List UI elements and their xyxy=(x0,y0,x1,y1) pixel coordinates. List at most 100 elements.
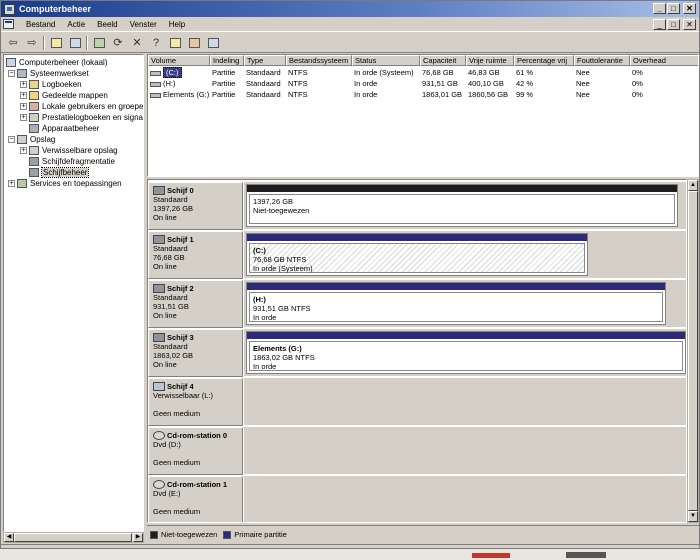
partition-content: 1397,26 GB Niet-toegewezen xyxy=(249,194,675,224)
menu-venster[interactable]: Venster xyxy=(124,20,163,29)
help-icon[interactable]: ? xyxy=(148,35,164,51)
partition-g[interactable]: Elements (G:) 1863,02 GB NTFS In orde xyxy=(246,331,686,374)
disk-properties-icon[interactable] xyxy=(205,35,221,51)
disk-label-cdrom-0[interactable]: Cd-rom-station 0 Dvd (D:) Geen medium xyxy=(148,427,243,475)
column-header-indeling[interactable]: Indeling xyxy=(210,55,244,66)
volume-indeling: Partitie xyxy=(212,90,236,99)
up-folder-icon[interactable] xyxy=(48,35,64,51)
menu-help[interactable]: Help xyxy=(163,20,191,29)
back-arrow-icon[interactable]: ⇦ xyxy=(5,35,21,51)
disk-label-3[interactable]: Schijf 3 Standaard 1863,02 GB On line xyxy=(148,329,243,377)
menu-bestand[interactable]: Bestand xyxy=(20,20,61,29)
minimize-button[interactable]: _ xyxy=(653,3,666,14)
scroll-up-icon[interactable]: ▲ xyxy=(688,180,698,191)
volume-row[interactable]: (H:) Partitie Standaard NTFS In orde 931… xyxy=(148,78,698,89)
partition-title: (H:) xyxy=(253,295,266,304)
mdi-restore-button[interactable]: □ xyxy=(667,19,680,30)
disk-label-cdrom-1[interactable]: Cd-rom-station 1 Dvd (E:) Geen medium xyxy=(148,476,243,522)
column-header-percentage-vrij[interactable]: Percentage vrij xyxy=(514,55,574,66)
volume-list: Volume Indeling Type Bestandssysteem Sta… xyxy=(147,54,699,177)
tree-item-root[interactable]: Computerbeheer (lokaal) xyxy=(6,57,108,68)
tree-item-defragmentatie[interactable]: Schijfdefragmentatie xyxy=(20,156,115,167)
volume-fs: NTFS xyxy=(288,79,308,88)
expand-icon[interactable]: + xyxy=(20,81,27,88)
scroll-down-icon[interactable]: ▼ xyxy=(688,511,698,522)
column-header-volume[interactable]: Volume xyxy=(148,55,210,66)
disk-view-vertical-scrollbar[interactable]: ▲ ▼ xyxy=(687,179,699,523)
partition-bar xyxy=(247,234,587,241)
show-hide-tree-icon[interactable] xyxy=(67,35,83,51)
tree-item-logboeken[interactable]: + Logboeken xyxy=(20,79,82,90)
maximize-button[interactable]: □ xyxy=(667,3,680,14)
volume-fs: NTFS xyxy=(288,68,308,77)
disk-label-1[interactable]: Schijf 1 Standaard 76,68 GB On line xyxy=(148,231,243,279)
column-header-vrije-ruimte[interactable]: Vrije ruimte xyxy=(466,55,514,66)
tree-item-opslag[interactable]: − Opslag xyxy=(8,134,55,145)
tree-label: Apparaatbeheer xyxy=(42,124,100,133)
scroll-left-icon[interactable]: ◀ xyxy=(4,533,14,542)
volume-overhead: 0% xyxy=(632,90,643,99)
partition-unallocated[interactable]: 1397,26 GB Niet-toegewezen xyxy=(246,184,678,227)
disk-label-0[interactable]: Schijf 0 Standaard 1397,26 GB On line xyxy=(148,182,243,230)
column-header-capaciteit[interactable]: Capaciteit xyxy=(420,55,466,66)
partition-h[interactable]: (H:) 931,51 GB NTFS In orde xyxy=(246,282,666,325)
tree-item-lokale-gebruikers[interactable]: + Lokale gebruikers en groepen xyxy=(20,101,143,112)
legend-swatch-primary xyxy=(223,530,232,539)
menu-beeld[interactable]: Beeld xyxy=(91,20,123,29)
mdi-minimize-button[interactable]: _ xyxy=(653,19,666,30)
partition-content: (H:) 931,51 GB NTFS In orde xyxy=(249,292,663,322)
expand-icon[interactable]: + xyxy=(20,103,27,110)
column-header-fouttolerantie[interactable]: Fouttolerantie xyxy=(574,55,630,66)
shared-folder-icon xyxy=(29,91,39,100)
window-title: Computerbeheer xyxy=(19,4,92,14)
tree-item-prestatie[interactable]: + Prestatielogboeken en signalen xyxy=(20,112,144,123)
expand-icon[interactable]: + xyxy=(8,180,15,187)
column-header-bestandssysteem[interactable]: Bestandssysteem xyxy=(286,55,352,66)
tree-item-gedeelde-mappen[interactable]: + Gedeelde mappen xyxy=(20,90,108,101)
volume-free: 400,10 GB xyxy=(468,79,504,88)
expand-icon[interactable]: + xyxy=(20,92,27,99)
disk-label-4[interactable]: Schijf 4 Verwisselbaar (L:) Geen medium xyxy=(148,378,243,426)
expand-icon[interactable]: + xyxy=(20,114,27,121)
volume-row[interactable]: Elements (G:) Partitie Standaard NTFS In… xyxy=(148,89,698,100)
partition-size: 76,68 GB NTFS xyxy=(253,255,307,264)
scroll-right-icon[interactable]: ▶ xyxy=(133,533,143,542)
forward-arrow-icon[interactable]: ⇨ xyxy=(24,35,40,51)
tree-item-apparaatbeheer[interactable]: Apparaatbeheer xyxy=(20,123,99,134)
delete-icon[interactable]: ✕ xyxy=(129,35,145,51)
disk-label-2[interactable]: Schijf 2 Standaard 931,51 GB On line xyxy=(148,280,243,328)
tree-item-services[interactable]: + Services en toepassingen xyxy=(8,178,122,189)
collapse-icon[interactable]: − xyxy=(8,136,15,143)
tree-label: Systeemwerkset xyxy=(30,69,89,78)
search-icon[interactable] xyxy=(186,35,202,51)
services-icon xyxy=(17,179,27,188)
tree-horizontal-scrollbar[interactable]: ◀ ▶ xyxy=(3,532,144,543)
refresh-icon[interactable]: ⟳ xyxy=(110,35,126,51)
legend-swatch-unallocated xyxy=(150,530,158,539)
disk-name: Schijf 2 xyxy=(167,284,194,293)
scroll-thumb[interactable] xyxy=(14,533,132,542)
folder-open-icon[interactable] xyxy=(167,35,183,51)
drive-icon xyxy=(150,81,161,87)
tree-item-systeemwerkset[interactable]: − Systeemwerkset xyxy=(8,68,89,79)
mdi-close-button[interactable]: ✕ xyxy=(683,19,696,30)
collapse-icon[interactable]: − xyxy=(8,70,15,77)
scroll-thumb[interactable] xyxy=(688,191,698,511)
properties-icon[interactable] xyxy=(91,35,107,51)
tree-item-schijfbeheer[interactable]: Schijfbeheer xyxy=(20,167,90,178)
mdi-window-icon[interactable] xyxy=(3,19,14,29)
volume-row[interactable]: (C:) Partitie Standaard NTFS In orde (Sy… xyxy=(148,67,698,78)
tree-label: Prestatielogboeken en signalen xyxy=(42,113,144,122)
tree-item-verwisselbare-opslag[interactable]: + Verwisselbare opslag xyxy=(20,145,118,156)
disk-state: On line xyxy=(153,262,177,271)
menu-actie[interactable]: Actie xyxy=(61,20,91,29)
partition-c[interactable]: (C:) 76,68 GB NTFS In orde (Systeem) xyxy=(246,233,588,276)
column-header-type[interactable]: Type xyxy=(244,55,286,66)
close-button[interactable]: ✕ xyxy=(683,3,696,14)
column-header-overhead[interactable]: Overhead xyxy=(630,55,698,66)
column-header-status[interactable]: Status xyxy=(352,55,420,66)
volume-name: Elements (G:) xyxy=(163,90,210,99)
disk-state: On line xyxy=(153,360,177,369)
expand-icon[interactable]: + xyxy=(20,147,27,154)
title-bar[interactable]: Computerbeheer _ □ ✕ xyxy=(1,1,699,17)
